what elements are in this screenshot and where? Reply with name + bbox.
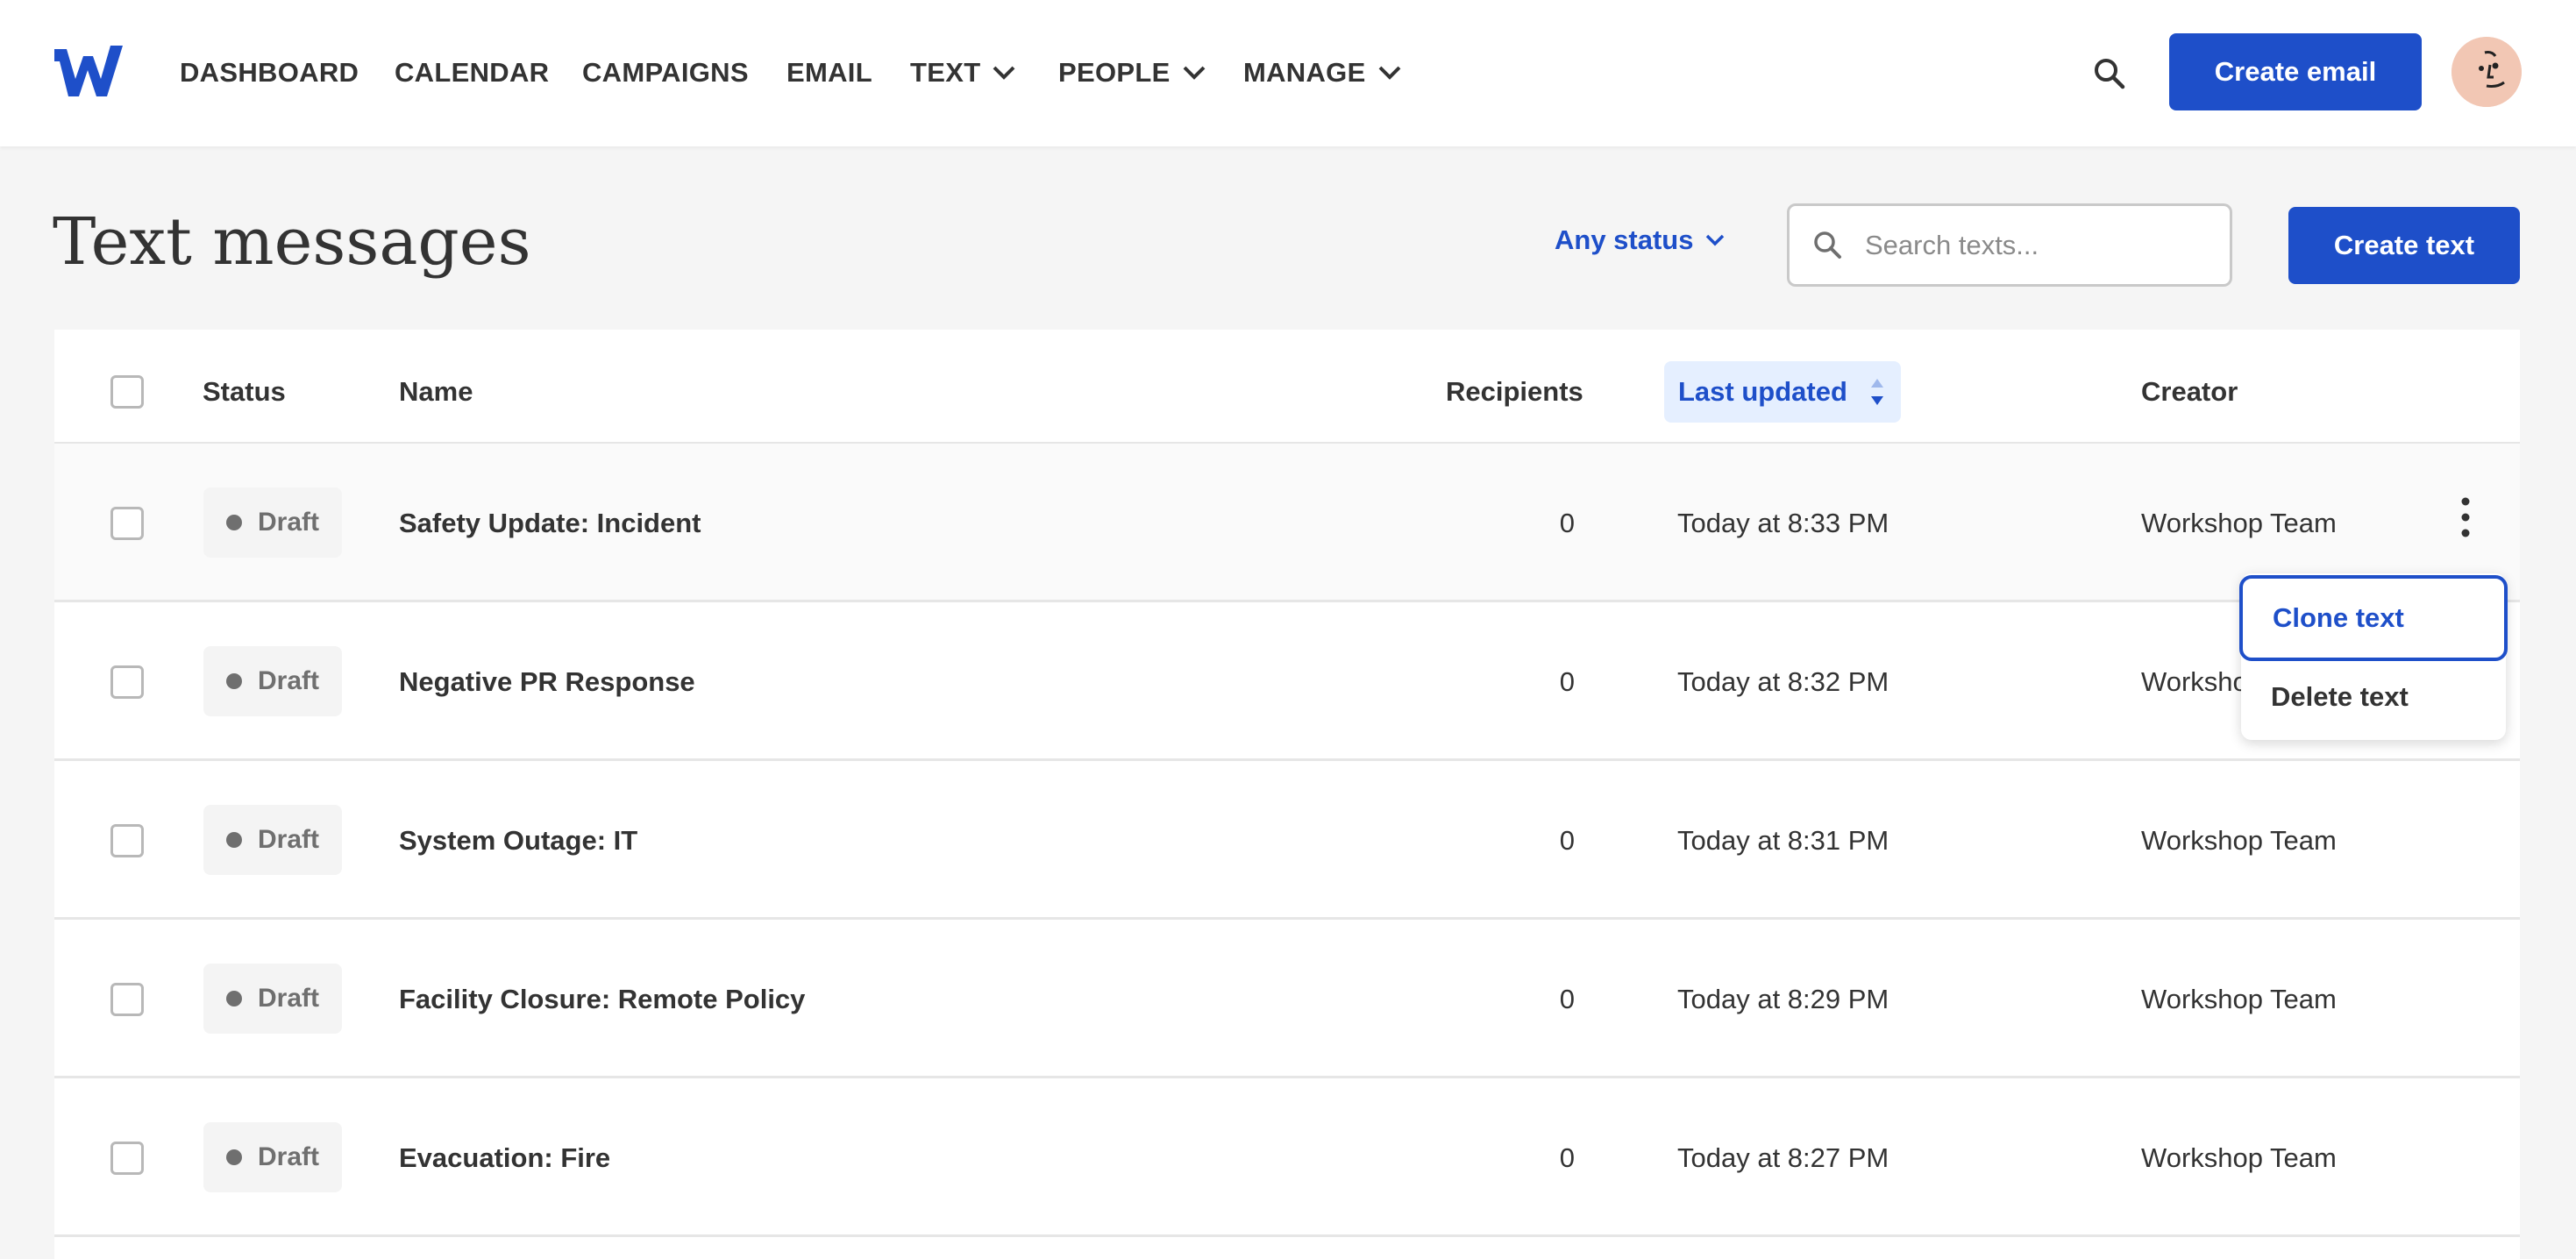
status-badge: Draft <box>203 1122 342 1192</box>
delete-text-menu-item[interactable]: Delete text <box>2241 654 2506 740</box>
nav-campaigns-label: CAMPAIGNS <box>582 57 749 88</box>
row-recipients: 0 <box>1559 666 1575 697</box>
status-label: Draft <box>258 1142 320 1171</box>
row-last-updated: Today at 8:31 PM <box>1677 825 1889 856</box>
status-label: Draft <box>258 508 320 537</box>
row-creator: Workshop Team <box>2141 508 2337 538</box>
face-icon <box>2451 37 2522 107</box>
status-label: Draft <box>258 825 320 854</box>
create-text-label: Create text <box>2333 230 2475 260</box>
table-row[interactable]: Draft Negative PR Response 0 Today at 8:… <box>54 602 2520 761</box>
column-name[interactable]: Name <box>399 375 473 409</box>
table-row[interactable]: Draft Safety Update: Incident 0 Today at… <box>54 444 2520 602</box>
nav-email[interactable]: EMAIL <box>786 56 872 89</box>
texts-table: Status Name Recipients Last updated Crea… <box>54 330 2520 1259</box>
table-row[interactable]: Draft System Outage: IT 0 Today at 8:31 … <box>54 761 2520 920</box>
search-field[interactable] <box>1787 203 2232 287</box>
nav-calendar-label: CALENDAR <box>395 57 550 88</box>
status-badge: Draft <box>203 964 342 1034</box>
column-recipients[interactable]: Recipients <box>1446 375 1583 409</box>
row-checkbox[interactable] <box>110 665 144 699</box>
clone-text-menu-item[interactable]: Clone text <box>2239 575 2508 661</box>
status-badge: Draft <box>203 805 342 875</box>
chevron-down-icon <box>1378 66 1400 80</box>
nav-people-label: PEOPLE <box>1058 57 1171 88</box>
nav-dashboard[interactable]: DASHBOARD <box>180 56 359 89</box>
nav-dashboard-label: DASHBOARD <box>180 57 359 88</box>
table-header: Status Name Recipients Last updated Crea… <box>54 330 2520 444</box>
row-context-menu: Clone text Delete text <box>2239 573 2508 740</box>
row-checkbox[interactable] <box>110 983 144 1016</box>
nav-campaigns[interactable]: CAMPAIGNS <box>582 56 749 89</box>
nav-text-label: TEXT <box>910 57 981 88</box>
row-name[interactable]: Facility Closure: Remote Policy <box>399 983 805 1016</box>
kebab-icon[interactable] <box>2455 491 2476 544</box>
row-name[interactable]: Evacuation: Fire <box>399 1142 610 1175</box>
status-dot <box>226 515 242 530</box>
row-name[interactable]: System Outage: IT <box>399 824 637 857</box>
row-name[interactable]: Negative PR Response <box>399 665 695 699</box>
chevron-down-icon <box>1183 66 1205 80</box>
search-input[interactable] <box>1865 229 2216 261</box>
status-filter-dropdown[interactable]: Any status <box>1555 224 1725 256</box>
w-logo-icon[interactable] <box>53 44 125 98</box>
column-last-updated-label: Last updated <box>1678 376 1847 407</box>
page-title: Text messages <box>53 204 531 280</box>
status-dot <box>226 673 242 689</box>
row-last-updated: Today at 8:32 PM <box>1677 666 1889 697</box>
delete-text-label: Delete text <box>2271 681 2409 712</box>
nav-people[interactable]: PEOPLE <box>1058 56 1206 89</box>
status-dot <box>226 1149 242 1165</box>
create-email-label: Create email <box>2214 56 2377 87</box>
status-label: Draft <box>258 666 320 695</box>
row-creator: Workshop Team <box>2141 984 2337 1014</box>
column-creator[interactable]: Creator <box>2141 375 2238 409</box>
row-last-updated: Today at 8:29 PM <box>1677 984 1889 1014</box>
row-recipients: 0 <box>1559 1142 1575 1173</box>
status-dot <box>226 991 242 1006</box>
nav-email-label: EMAIL <box>786 57 872 88</box>
status-badge: Draft <box>203 646 342 716</box>
nav-text[interactable]: TEXT <box>910 56 1015 89</box>
search-icon <box>1814 231 1841 259</box>
sort-icon <box>1871 379 1883 405</box>
nav-manage[interactable]: MANAGE <box>1243 56 1401 89</box>
column-last-updated[interactable]: Last updated <box>1664 361 1901 423</box>
row-last-updated: Today at 8:27 PM <box>1677 1142 1889 1173</box>
top-navigation: DASHBOARD CALENDAR CAMPAIGNS EMAIL TEXT … <box>0 0 2576 146</box>
row-name[interactable]: Safety Update: Incident <box>399 507 701 540</box>
create-email-button[interactable]: Create email <box>2169 33 2422 110</box>
row-recipients: 0 <box>1559 508 1575 538</box>
avatar[interactable] <box>2451 37 2522 107</box>
table-row[interactable]: Draft Facility Closure: Remote Policy 0 … <box>54 920 2520 1078</box>
create-text-button[interactable]: Create text <box>2288 207 2520 284</box>
row-checkbox[interactable] <box>110 824 144 857</box>
nav-calendar[interactable]: CALENDAR <box>395 56 549 89</box>
nav-manage-label: MANAGE <box>1243 57 1366 88</box>
clone-text-label: Clone text <box>2273 602 2404 633</box>
chevron-down-icon <box>993 66 1015 80</box>
status-label: Draft <box>258 984 320 1013</box>
table-row[interactable]: Draft Evacuation: Fire 0 Today at 8:27 P… <box>54 1078 2520 1237</box>
status-badge: Draft <box>203 487 342 558</box>
row-recipients: 0 <box>1559 825 1575 856</box>
row-recipients: 0 <box>1559 984 1575 1014</box>
row-creator: Workshop Team <box>2141 825 2337 856</box>
column-status[interactable]: Status <box>203 375 286 409</box>
row-last-updated: Today at 8:33 PM <box>1677 508 1889 538</box>
row-checkbox[interactable] <box>110 1142 144 1175</box>
select-all-checkbox[interactable] <box>110 375 144 409</box>
status-dot <box>226 832 242 848</box>
row-checkbox[interactable] <box>110 507 144 540</box>
search-icon[interactable] <box>2090 54 2129 93</box>
row-creator: Workshop Team <box>2141 1142 2337 1173</box>
chevron-down-icon <box>1706 234 1725 246</box>
status-filter-label: Any status <box>1555 224 1694 255</box>
